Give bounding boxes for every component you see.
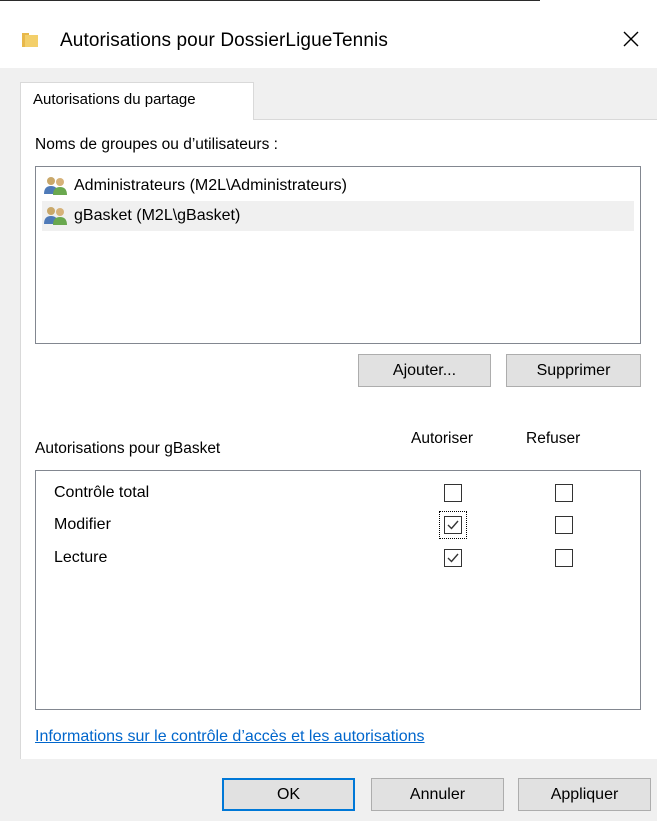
permission-name: Lecture (54, 549, 108, 566)
checkmark-icon (447, 553, 459, 563)
add-button[interactable]: Ajouter... (358, 354, 491, 387)
groups-label: Noms de groupes ou d’utilisateurs : (35, 136, 278, 153)
close-button[interactable] (614, 22, 648, 56)
list-item-administrateurs[interactable]: Administrateurs (M2L\Administrateurs) (42, 171, 634, 201)
apply-button[interactable]: Appliquer (518, 778, 651, 811)
ok-button[interactable]: OK (222, 778, 355, 811)
deny-read-checkbox[interactable] (555, 549, 573, 567)
close-icon (623, 31, 639, 47)
allow-read-checkbox[interactable] (444, 549, 462, 567)
users-group-icon (44, 177, 67, 195)
allow-column-header: Autoriser (411, 430, 474, 447)
allow-full-control-checkbox[interactable] (444, 484, 462, 502)
permission-name: Modifier (54, 516, 111, 533)
user-name: gBasket (M2L\gBasket) (74, 207, 241, 224)
checkmark-icon (447, 520, 459, 530)
list-item-gbasket[interactable]: gBasket (M2L\gBasket) (42, 201, 634, 231)
permission-name: Contrôle total (54, 484, 150, 501)
tab-label: Autorisations du partage (33, 91, 196, 108)
deny-column-header: Refuser (526, 430, 581, 447)
users-list[interactable]: Administrateurs (M2L\Administrateurs) gB… (35, 166, 641, 344)
deny-full-control-checkbox[interactable] (555, 484, 573, 502)
users-group-icon (44, 207, 67, 225)
remove-button[interactable]: Supprimer (506, 354, 641, 387)
user-name: Administrateurs (M2L\Administrateurs) (74, 177, 347, 194)
allow-modify-checkbox[interactable] (444, 516, 462, 534)
window-title: Autorisations pour DossierLigueTennis (60, 30, 388, 51)
tab-share-permissions[interactable]: Autorisations du partage (20, 82, 254, 120)
permissions-label: Autorisations pour gBasket (35, 440, 221, 457)
permissions-list: Contrôle total Modifier Lecture (35, 470, 641, 710)
deny-modify-checkbox[interactable] (555, 516, 573, 534)
folder-icon (22, 33, 38, 47)
cancel-button[interactable]: Annuler (371, 778, 504, 811)
access-control-info-link[interactable]: Informations sur le contrôle d’accès et … (35, 728, 425, 746)
